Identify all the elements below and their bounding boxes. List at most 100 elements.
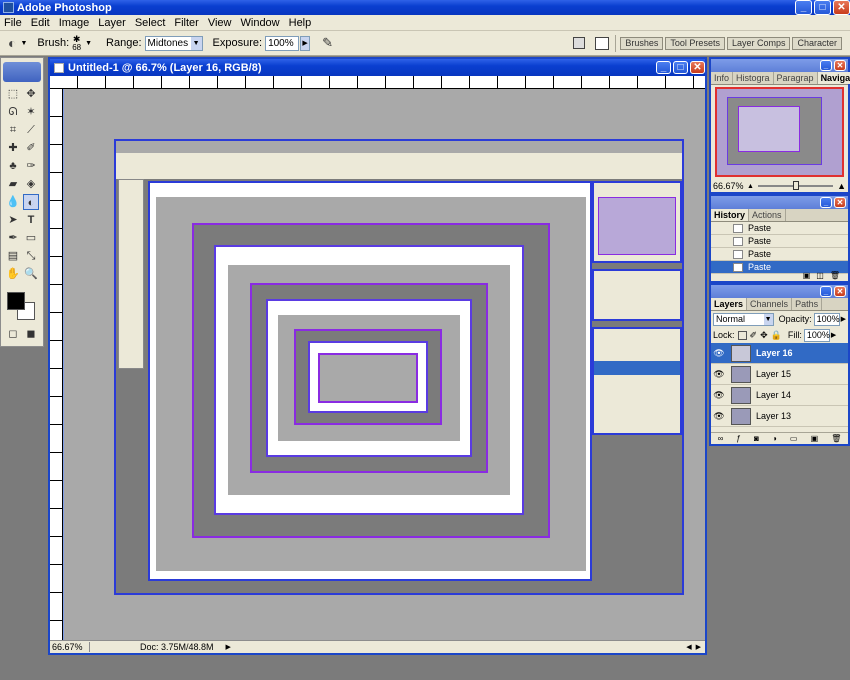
chevron-down-icon[interactable]: ▼	[85, 40, 92, 47]
zoom-in-icon[interactable]: ▲	[837, 181, 846, 191]
lasso-tool-icon[interactable]: ᘏ	[5, 104, 21, 120]
marquee-tool-icon[interactable]: ⬚	[5, 86, 21, 102]
maximize-button[interactable]: □	[814, 0, 831, 15]
dock-tab-character[interactable]: Character	[792, 36, 842, 50]
doc-minimize-button[interactable]: _	[656, 61, 671, 74]
healing-brush-icon[interactable]: ✚	[5, 140, 21, 156]
eye-icon[interactable]: 👁	[711, 390, 727, 401]
blend-mode-select[interactable]: Normal ▼	[713, 312, 774, 326]
dock-tab-layer-comps[interactable]: Layer Comps	[726, 36, 791, 50]
foreground-color-swatch-top[interactable]	[7, 292, 25, 310]
trash-icon[interactable]: 🗑	[831, 434, 841, 443]
adjustment-layer-icon[interactable]: ◑	[772, 434, 777, 443]
status-arrow-icon[interactable]: ▶	[226, 643, 231, 651]
close-button[interactable]: ✕	[833, 0, 850, 15]
menu-select[interactable]: Select	[135, 17, 166, 29]
tab-histogram[interactable]: Histogra	[733, 72, 774, 84]
range-select[interactable]: Midtones ▼	[144, 35, 203, 51]
exposure-input[interactable]: 100%	[265, 35, 300, 51]
blur-tool-icon[interactable]: 💧	[5, 194, 21, 210]
lock-image-icon[interactable]: ✐	[750, 330, 758, 341]
brush-picker[interactable]: ✱ 68	[72, 34, 81, 52]
eyedropper-icon[interactable]: ⤡	[23, 248, 39, 264]
file-browser-icon[interactable]	[573, 37, 586, 49]
move-tool-icon[interactable]: ✥	[23, 86, 39, 102]
layer-row[interactable]: 👁 Layer 13	[711, 406, 848, 427]
lock-position-icon[interactable]: ✥	[760, 330, 768, 341]
rectangle-tool-icon[interactable]: ▭	[23, 230, 39, 246]
tab-info[interactable]: Info	[711, 72, 734, 84]
notes-tool-icon[interactable]: ▤	[5, 248, 21, 264]
panel-close-button[interactable]: ✕	[834, 286, 846, 297]
standard-mode-icon[interactable]: ◻	[5, 326, 21, 342]
hand-tool-icon[interactable]: ✋	[5, 266, 21, 282]
type-tool-icon[interactable]: T	[23, 212, 39, 228]
tab-navigator[interactable]: Navigator	[817, 72, 850, 84]
exposure-slider-arrow-icon[interactable]: ▶	[300, 35, 311, 51]
panel-minimize-button[interactable]: _	[820, 197, 832, 208]
menu-view[interactable]: View	[208, 17, 232, 29]
paint-bucket-icon[interactable]: ◈	[23, 176, 39, 192]
opacity-input[interactable]: 100%	[813, 312, 840, 326]
zoom-out-icon[interactable]: ▲	[747, 183, 754, 190]
fill-input[interactable]: 100%	[803, 328, 830, 342]
horizontal-ruler[interactable]	[50, 76, 705, 89]
zoom-level[interactable]: 66.67%	[50, 642, 90, 652]
opacity-arrow-icon[interactable]: ▶	[841, 315, 846, 323]
layer-mask-icon[interactable]: ◙	[754, 434, 759, 443]
zoom-slider-thumb[interactable]	[792, 181, 799, 190]
brush-tool-icon[interactable]: ✐	[23, 140, 39, 156]
layer-row[interactable]: 👁 Layer 14	[711, 385, 848, 406]
eye-icon[interactable]: 👁	[711, 369, 727, 380]
photoshop-feather-icon[interactable]	[3, 62, 41, 82]
airbrush-icon[interactable]: ✎	[322, 35, 333, 51]
zoom-slider[interactable]	[757, 181, 834, 190]
eraser-tool-icon[interactable]: ▰	[5, 176, 21, 192]
vertical-ruler[interactable]	[50, 89, 63, 640]
panel-minimize-button[interactable]: _	[820, 60, 832, 71]
dodge-tool-preset-icon[interactable]: ◐	[8, 35, 16, 51]
new-group-icon[interactable]: ▭	[790, 434, 798, 443]
menu-help[interactable]: Help	[289, 17, 312, 29]
minimize-button[interactable]: _	[795, 0, 812, 15]
menu-filter[interactable]: Filter	[174, 17, 198, 29]
tab-channels[interactable]: Channels	[747, 298, 793, 310]
menu-edit[interactable]: Edit	[31, 17, 50, 29]
trash-icon[interactable]: 🗑	[830, 271, 840, 280]
tab-paths[interactable]: Paths	[792, 298, 823, 310]
history-item[interactable]: Paste	[711, 235, 848, 248]
eye-icon[interactable]: 👁	[711, 348, 727, 359]
slice-tool-icon[interactable]: ⟋	[23, 122, 39, 138]
doc-close-button[interactable]: ✕	[690, 61, 705, 74]
canvas-area[interactable]	[64, 89, 705, 640]
lock-all-icon[interactable]: 🔒	[771, 330, 782, 341]
navigator-preview[interactable]	[715, 87, 844, 177]
quick-mask-icon[interactable]: ◼	[23, 326, 39, 342]
new-snapshot-icon[interactable]: ◫	[816, 271, 824, 280]
scroll-right-icon[interactable]: ▶	[696, 643, 701, 651]
dodge-tool-icon[interactable]: ◐	[23, 194, 39, 210]
menu-file[interactable]: File	[4, 17, 22, 29]
new-layer-icon[interactable]: ▣	[811, 434, 819, 443]
link-layers-icon[interactable]: ∞	[718, 434, 724, 443]
layer-style-icon[interactable]: ƒ	[736, 434, 740, 443]
new-document-icon[interactable]: ▣	[803, 271, 811, 280]
path-selection-icon[interactable]: ➤	[5, 212, 21, 228]
menu-image[interactable]: Image	[59, 17, 90, 29]
scroll-left-icon[interactable]: ◀	[686, 643, 691, 651]
crop-tool-icon[interactable]: ⌗	[5, 122, 21, 138]
panel-close-button[interactable]: ✕	[834, 60, 846, 71]
eye-icon[interactable]: 👁	[711, 411, 727, 422]
layer-row[interactable]: 👁 Layer 15	[711, 364, 848, 385]
canvas-image[interactable]	[64, 89, 705, 640]
clone-stamp-icon[interactable]: ♣	[5, 158, 21, 174]
layer-row-selected[interactable]: 👁 Layer 16	[711, 343, 848, 364]
magic-wand-icon[interactable]: ✶	[23, 104, 39, 120]
tab-actions[interactable]: Actions	[749, 209, 786, 221]
pen-tool-icon[interactable]: ✒	[5, 230, 21, 246]
chevron-down-icon[interactable]: ▼	[20, 40, 27, 47]
menu-layer[interactable]: Layer	[98, 17, 126, 29]
panel-minimize-button[interactable]: _	[820, 286, 832, 297]
tab-paragraph[interactable]: Paragrap	[774, 72, 818, 84]
menu-window[interactable]: Window	[241, 17, 280, 29]
